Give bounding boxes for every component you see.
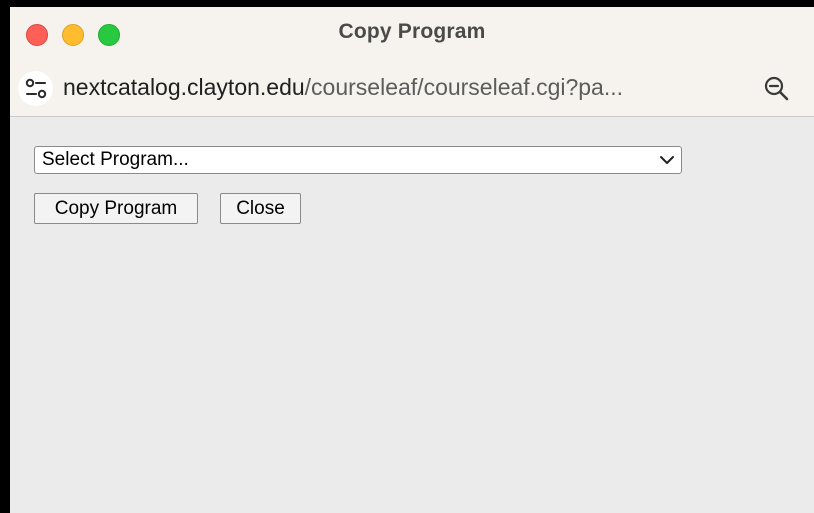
- popup-window: Copy Program nextcatalog.clayton.edu/cou…: [0, 0, 814, 513]
- chevron-down-icon: [660, 156, 674, 164]
- title-bar: Copy Program: [10, 7, 814, 57]
- program-select[interactable]: Select Program...: [34, 146, 682, 174]
- url-text[interactable]: nextcatalog.clayton.edu/courseleaf/cours…: [63, 74, 623, 101]
- site-settings-glyph: [25, 78, 46, 98]
- program-select-value: Select Program...: [42, 149, 189, 170]
- url-domain: nextcatalog.clayton.edu: [63, 74, 305, 100]
- dialog-content: Select Program... Copy Program Close: [10, 117, 814, 513]
- minimize-window-button[interactable]: [62, 24, 84, 46]
- copy-program-button[interactable]: Copy Program: [34, 193, 198, 224]
- address-bar: nextcatalog.clayton.edu/courseleaf/cours…: [10, 57, 814, 117]
- maximize-window-button[interactable]: [98, 24, 120, 46]
- zoom-icon[interactable]: [762, 74, 792, 104]
- close-button[interactable]: Close: [220, 193, 301, 224]
- window-controls: [26, 24, 120, 46]
- window-title: Copy Program: [338, 20, 486, 43]
- close-window-button[interactable]: [26, 24, 48, 46]
- url-path: /courseleaf/courseleaf.cgi?pa...: [304, 74, 624, 100]
- site-settings-icon[interactable]: [18, 71, 53, 106]
